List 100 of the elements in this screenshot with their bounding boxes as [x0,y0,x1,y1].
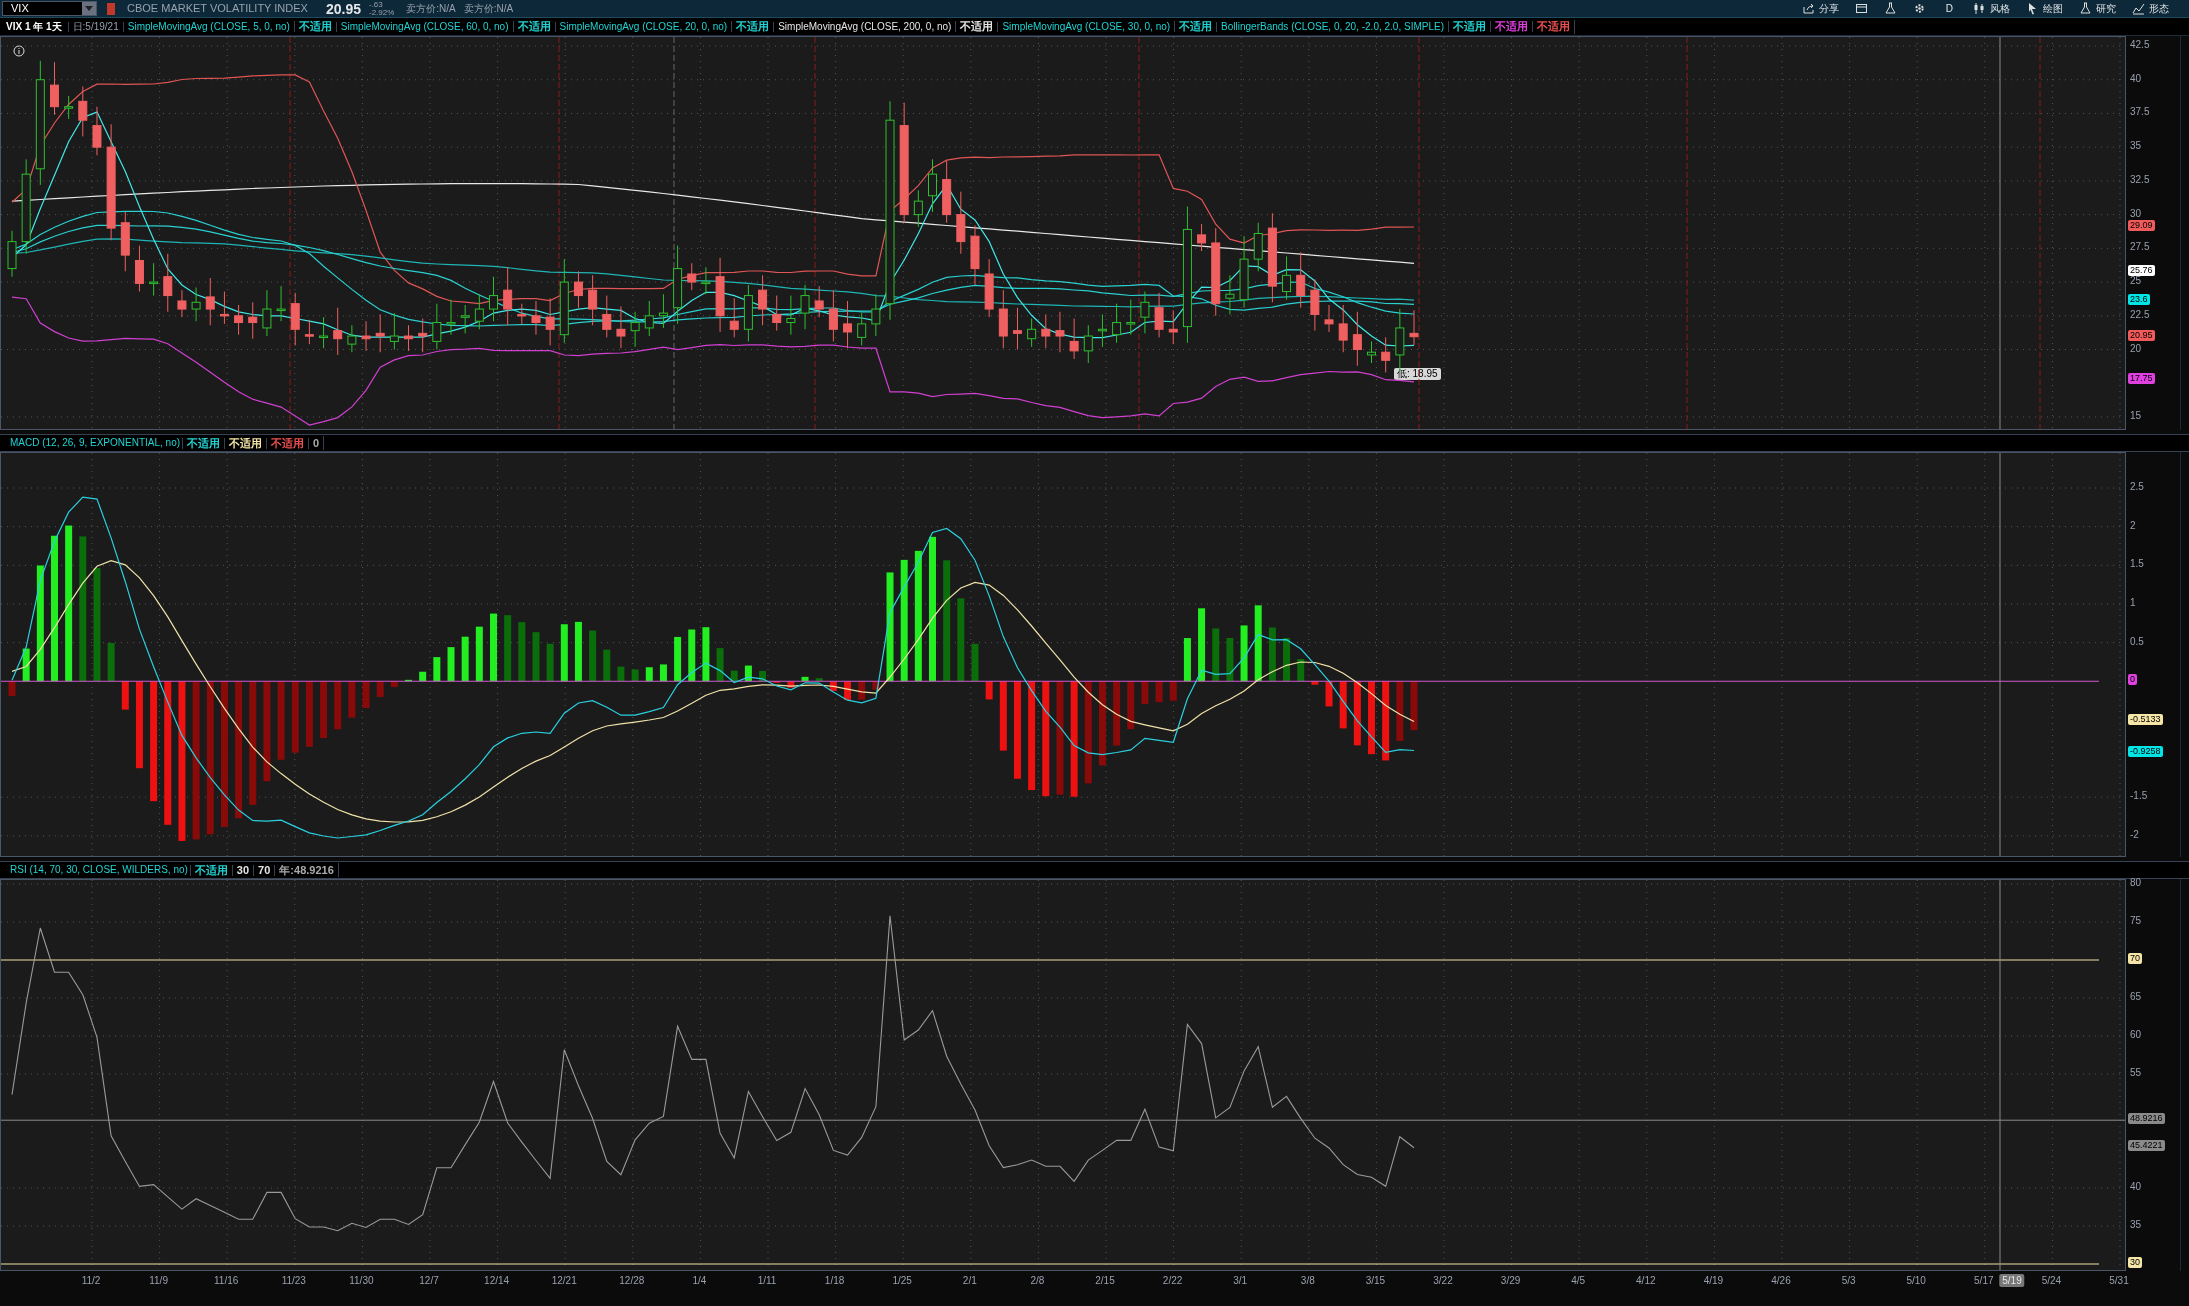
axis-label: -2 [2130,829,2139,840]
study-value: 不适用 [224,437,267,449]
date-label: 3/1 [1233,1276,1248,1286]
study-label: SimpleMovingAvg (CLOSE, 30, 0, no) [997,21,1175,32]
date-label: 4/12 [1636,1276,1656,1286]
low-price-label: 低: 18.95 [1394,367,1441,380]
study-label: SimpleMovingAvg (CLOSE, 60, 0, no) [335,21,513,32]
date-label: 11/23 [281,1276,306,1286]
axis-label: -1.5 [2130,791,2148,802]
study-value: 0 [308,437,324,449]
date-label: 12/14 [484,1276,510,1286]
study-value: 不适用 [512,21,555,32]
axis-label: 32.5 [2130,174,2150,185]
value-badge: -0.5133 [2128,713,2163,725]
toolbar-button[interactable]: 分享 [1793,0,1847,17]
date-label: 5/17 [1974,1276,1994,1286]
axis-label: 27.5 [2130,242,2150,253]
value-badge: 30 [2128,1257,2142,1268]
date-label: 3/8 [1300,1276,1315,1286]
toolbar-button[interactable]: 风格 [1965,0,2018,17]
date-label: 日:5/19/21 [67,21,123,32]
date-label: 5/31 [2109,1276,2129,1286]
axis-label: 35 [2130,141,2142,152]
date-label: 12/7 [419,1276,439,1286]
instrument-description: CBOE MARKET VOLATILITY INDEX [127,1,308,17]
chart-title: VIX 1 年 1天 [6,21,63,32]
study-value: 不适用 [266,437,309,449]
quote-text: 卖方价:N/A [463,3,514,14]
study-value: 不适用 [189,864,232,876]
value-badge: 25.76 [2128,264,2155,276]
value-badge: 70 [2128,953,2142,964]
date-label: 2/15 [1095,1276,1115,1286]
date-label: 11/9 [149,1276,168,1286]
axis-label: 1 [2130,597,2136,608]
study-value: 不适用 [955,21,998,32]
study-value: 不适用 [1448,21,1490,32]
date-label: 3/22 [1433,1276,1453,1286]
study-label: RSI (14, 70, 30, CLOSE, WILDERS, no) [9,865,189,875]
date-label: 12/21 [551,1276,577,1286]
axis-label: 35 [2130,1220,2142,1230]
axis-label: 37.5 [2130,107,2150,118]
percent-change: -2.92% [369,8,395,17]
value-badge: 48.9216 [2128,1113,2165,1125]
date-label: 1/4 [692,1276,707,1286]
date-label: 3/15 [1365,1276,1386,1286]
quote-text: 卖方价:N/A [406,3,456,14]
study-value: 不适用 [293,21,336,32]
date-label: 11/30 [349,1276,374,1286]
date-label: 2/1 [962,1276,977,1286]
axis-label: 20 [2130,343,2142,354]
value-badge: 29.09 [2128,219,2155,231]
price-change: -.63 [369,0,384,9]
symbol-field[interactable]: VIX [2,1,97,16]
axis-label: 2.5 [2130,482,2144,492]
date-label: 5/10 [1906,1276,1926,1286]
study-value: 年:48.9216 [274,864,338,876]
toolbar-button[interactable]: D [1933,0,1965,17]
value-badge: -0.9258 [2128,745,2163,757]
date-label: 11/16 [214,1276,239,1286]
value-badge: 0 [2128,674,2137,686]
axis-label: 60 [2130,1030,2142,1040]
date-label: 1/11 [757,1276,777,1286]
axis-label: 25 [2130,276,2142,287]
axis-label: 40 [2130,1182,2142,1192]
axis-label: 30 [2130,208,2142,219]
study-value: 不适用 [1532,21,1574,32]
study-value: 不适用 [182,437,225,449]
date-label: 1/18 [824,1276,845,1286]
axis-label: 55 [2130,1068,2142,1078]
study-label: SimpleMovingAvg (CLOSE, 20, 0, no) [554,21,732,32]
axis-label: 42.5 [2130,40,2150,50]
axis-label: 15 [2130,410,2142,421]
value-badge: 17.75 [2128,372,2155,384]
study-value: 不适用 [1174,21,1217,32]
cursor-date-badge: 5/19 [1999,1274,2025,1287]
value-badge: 45.4221 [2128,1139,2165,1151]
toolbar-button[interactable]: 形态 [2124,0,2177,17]
study-value: 30 [231,864,254,876]
date-label: 4/5 [1571,1276,1586,1286]
axis-label: 75 [2130,916,2142,926]
date-label: 5/24 [2041,1276,2062,1286]
axis-label: 0.5 [2130,636,2144,647]
toolbar-button[interactable]: 绘图 [2018,0,2071,17]
date-label: 3/29 [1500,1276,1521,1286]
axis-label: 22.5 [2130,309,2150,320]
axis-label: 40 [2130,73,2142,84]
value-badge: 20.95 [2128,329,2155,341]
study-label: SimpleMovingAvg (CLOSE, 200, 0, no) [773,21,956,32]
study-label: SimpleMovingAvg (CLOSE, 5, 0, no) [122,21,294,32]
value-badge: 23.6 [2128,293,2150,305]
study-value: 不适用 [731,21,774,32]
study-label: MACD (12, 26, 9, EXPONENTIAL, no) [9,438,182,448]
last-price: 20.95 [325,1,361,16]
date-label: 2/22 [1162,1276,1183,1286]
date-label: 12/28 [619,1276,645,1286]
toolbar-button[interactable]: 研究 [2071,0,2124,17]
study-value: 70 [253,864,275,876]
axis-label: 1.5 [2130,559,2144,570]
date-label: 5/3 [1841,1276,1856,1286]
date-label: 11/2 [81,1276,101,1286]
